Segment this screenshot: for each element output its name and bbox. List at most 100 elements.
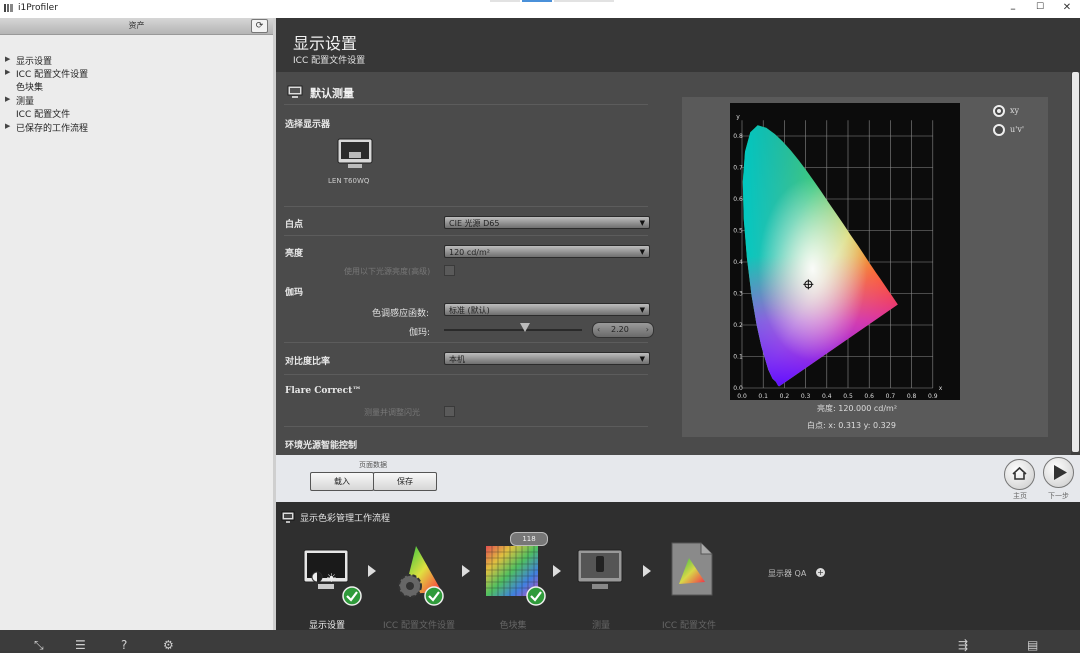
title-strip-mid xyxy=(522,0,552,2)
white-point-value: CIE 光源 D65 xyxy=(449,219,500,228)
tone-response-value: 标准 (默认) xyxy=(449,306,490,315)
page-data-bar: 页面数据 载入 保存 主页 下一步 xyxy=(276,455,1080,502)
luminance-checkbox[interactable] xyxy=(444,265,455,276)
gamma-label: 伽玛 xyxy=(285,288,304,298)
chevron-down-icon: ▼ xyxy=(639,306,645,314)
increment-icon[interactable]: › xyxy=(646,323,649,337)
sidebar-header-label: 资产 xyxy=(128,21,145,30)
display-monitor-icon[interactable] xyxy=(337,138,373,170)
y-tick-label: 0.2 xyxy=(733,322,743,329)
page-subtitle: ICC 配置文件设置 xyxy=(293,56,366,66)
minimize-button[interactable]: – xyxy=(1003,2,1023,15)
luminance-dropdown[interactable]: 120 cd/m² ▼ xyxy=(444,245,650,258)
expand-arrow-icon[interactable]: ▶ xyxy=(5,122,10,130)
sidebar: 资产 ⟳ ▶ 显示设置 ▶ ICC 配置文件设置 色块集 ▶ 测量 ICC 配置文件 … xyxy=(0,18,276,630)
contrast-value: 本机 xyxy=(449,355,465,364)
refresh-icon[interactable]: ⟳ xyxy=(251,19,268,33)
title-strip-right xyxy=(554,0,614,2)
help-icon[interactable]: ? xyxy=(121,638,127,652)
white-point-dropdown[interactable]: CIE 光源 D65 ▼ xyxy=(444,216,650,229)
title-strip-left xyxy=(490,0,520,2)
next-button[interactable] xyxy=(1043,457,1074,488)
luminance-label: 亮度 xyxy=(285,249,304,259)
x-tick-label: 0.0 xyxy=(737,393,747,400)
y-tick-label: 0.1 xyxy=(733,354,743,361)
scrollbar-thumb[interactable] xyxy=(1072,72,1079,452)
arrow-right-icon xyxy=(462,565,470,577)
divider xyxy=(284,235,648,236)
icc-profile-file-icon xyxy=(671,542,713,596)
gear-icon[interactable]: ⚙ xyxy=(163,638,174,652)
page-data-label: 页面数据 xyxy=(359,461,387,469)
sidebar-item-icc-profile-settings[interactable]: ▶ ICC 配置文件设置 xyxy=(5,67,89,80)
check-icon xyxy=(342,586,362,606)
y-tick-label: 0.4 xyxy=(733,259,743,266)
display-qa-label[interactable]: 显示器 QA xyxy=(768,568,806,579)
y-tick-label: 0.6 xyxy=(733,196,743,203)
flare-checkbox[interactable] xyxy=(444,406,455,417)
divider xyxy=(284,374,648,375)
export-icon[interactable]: ⇶ xyxy=(958,638,968,652)
chevron-down-icon: ▼ xyxy=(639,248,645,256)
step-measurement[interactable] xyxy=(576,548,626,603)
gamma-stepper[interactable]: ‹ 2.20 › xyxy=(592,322,654,338)
content-scrollbar[interactable] xyxy=(1071,72,1080,455)
gamma-value[interactable]: 2.20 xyxy=(611,323,629,337)
expand-arrow-icon[interactable]: ▶ xyxy=(5,55,10,63)
expand-arrow-icon[interactable]: ▶ xyxy=(5,95,10,103)
x-tick-label: 0.3 xyxy=(801,393,811,400)
y-axis-label: y xyxy=(736,113,740,120)
tone-response-dropdown[interactable]: 标准 (默认) ▼ xyxy=(444,303,650,316)
sidebar-item-label: 已保存的工作流程 xyxy=(16,124,89,134)
sidebar-item-display-settings[interactable]: ▶ 显示设置 xyxy=(5,54,52,67)
play-icon xyxy=(1054,465,1067,480)
step-icc-settings[interactable] xyxy=(394,542,446,606)
y-tick-label: 0.5 xyxy=(733,228,743,235)
sidebar-header: 资产 ⟳ xyxy=(0,18,273,35)
ambient-label: 环境光源智能控制 xyxy=(285,441,358,451)
gamma-slider[interactable] xyxy=(444,329,582,331)
expand-arrow-icon[interactable]: ▶ xyxy=(5,68,10,76)
sidebar-item-label: ICC 配置文件设置 xyxy=(16,70,89,80)
maximize-button[interactable]: ☐ xyxy=(1030,2,1050,12)
arrow-right-icon xyxy=(368,565,376,577)
flare-checkbox-label: 测量并调整闪光 xyxy=(364,408,420,417)
sidebar-item-label: 测量 xyxy=(16,97,35,107)
arrow-right-icon xyxy=(643,565,651,577)
gamma-slider-handle[interactable] xyxy=(520,323,531,332)
x-axis-label: x xyxy=(939,385,943,392)
display-name: LEN T60WQ xyxy=(328,177,370,185)
add-icon[interactable]: + xyxy=(816,568,825,577)
sidebar-item-patch-sets[interactable]: 色块集 xyxy=(16,80,43,93)
check-icon xyxy=(526,586,546,606)
sidebar-item-label: ICC 配置文件 xyxy=(16,110,71,120)
sidebar-item-saved-workflows[interactable]: ▶ 已保存的工作流程 xyxy=(5,121,89,134)
bottom-toolbar: ⤡ ☰ ? ⚙ ⇶ ▤ xyxy=(0,630,1080,652)
section-title: 默认测量 xyxy=(310,87,354,100)
list-icon[interactable]: ☰ xyxy=(75,638,86,652)
step-icc-profile[interactable] xyxy=(669,540,715,601)
chromaticity-panel: 0.0 0.1 0.2 0.3 0.4 0.5 0.6 0.7 0.8 0.9 0.0 0.1 0.2 0… xyxy=(682,97,1048,437)
load-button[interactable]: 载入 xyxy=(310,472,374,491)
radio-selected-icon[interactable] xyxy=(993,105,1005,117)
close-button[interactable]: ✕ xyxy=(1057,2,1077,13)
x-tick-label: 0.7 xyxy=(886,393,896,400)
x-tick-label: 0.9 xyxy=(928,393,938,400)
contrast-dropdown[interactable]: 本机 ▼ xyxy=(444,352,650,365)
check-icon xyxy=(424,586,444,606)
save-button[interactable]: 保存 xyxy=(373,472,437,491)
select-display-label: 选择显示器 xyxy=(285,120,331,130)
radio-unselected-icon[interactable] xyxy=(993,124,1005,136)
step-display-settings[interactable]: ☀ xyxy=(302,548,362,606)
divider xyxy=(284,342,648,343)
sidebar-item-measurements[interactable]: ▶ 测量 xyxy=(5,94,35,107)
save-icon[interactable]: ▤ xyxy=(1027,638,1038,652)
sidebar-item-label: 色块集 xyxy=(16,83,44,93)
luminance-value: 120 cd/m² xyxy=(449,248,490,257)
decrement-icon[interactable]: ‹ xyxy=(597,323,600,337)
sidebar-item-icc-profiles[interactable]: ICC 配置文件 xyxy=(16,107,70,120)
home-button[interactable] xyxy=(1004,459,1035,490)
x-tick-label: 0.1 xyxy=(758,393,768,400)
y-tick-label: 0.7 xyxy=(733,165,743,172)
uv-radio-label: u'v' xyxy=(1010,125,1025,134)
